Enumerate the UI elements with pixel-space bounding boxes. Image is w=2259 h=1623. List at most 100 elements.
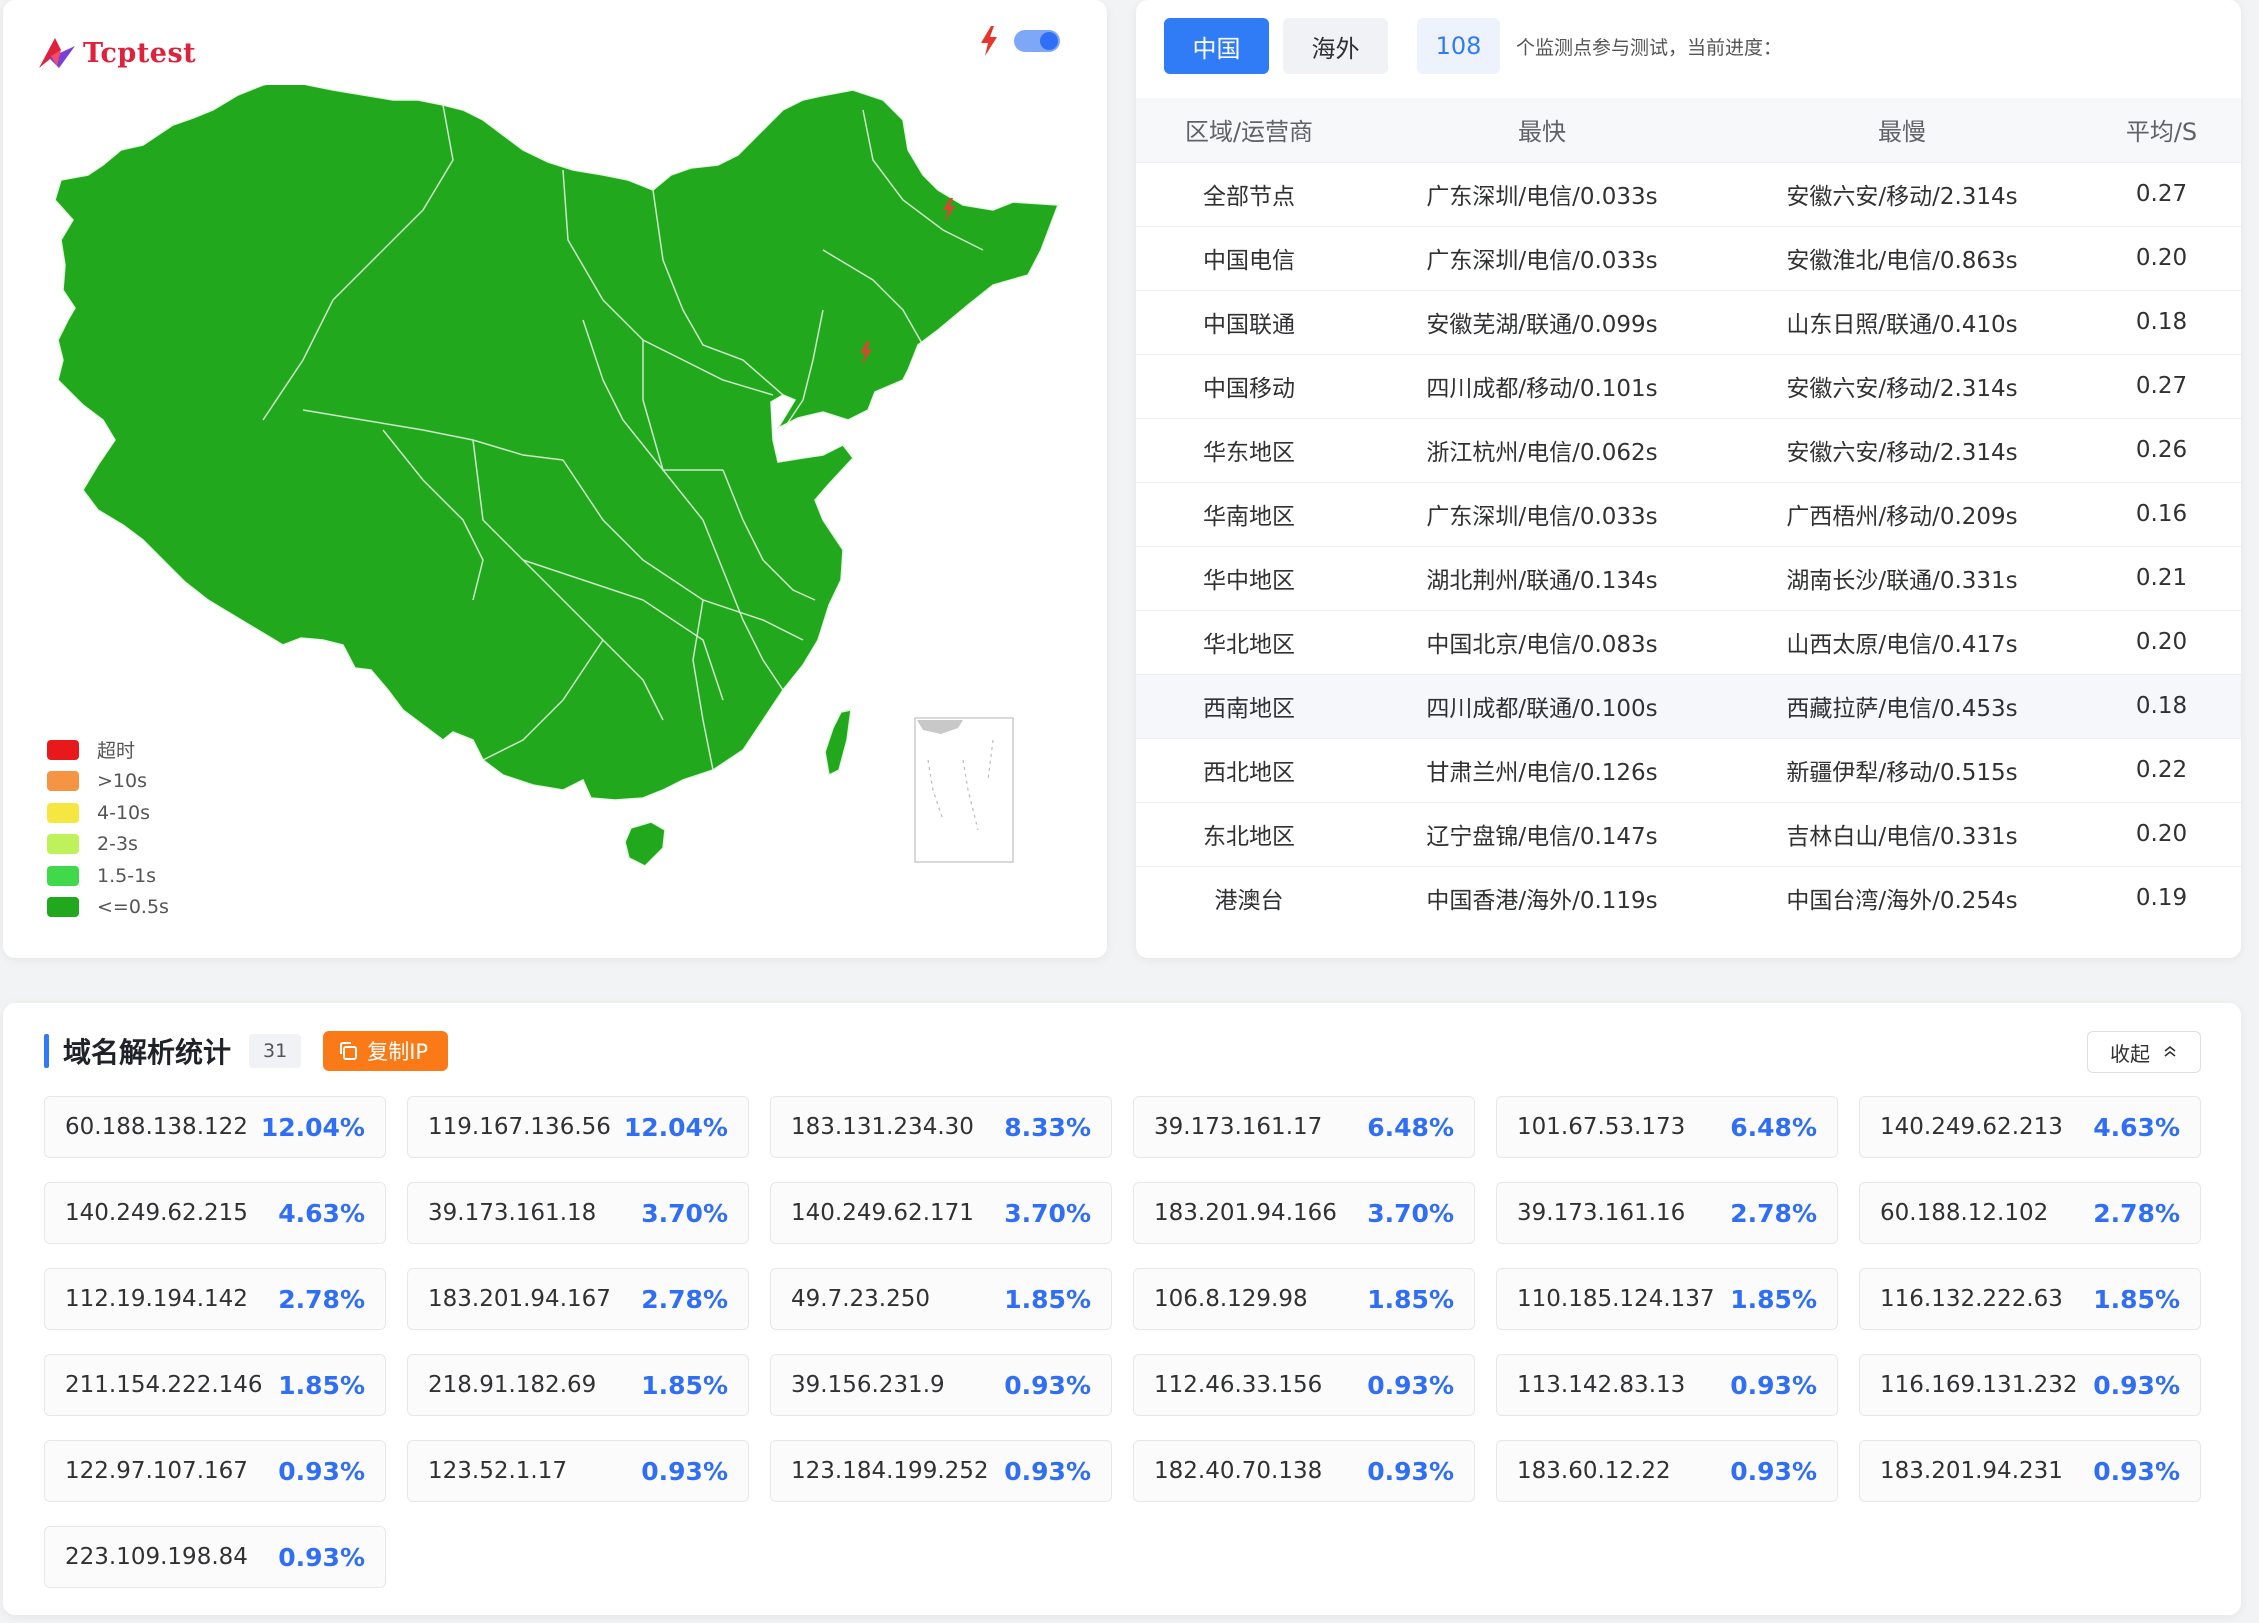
- ip-entry[interactable]: 60.188.12.102 2.78%: [1859, 1182, 2201, 1244]
- ip-entry[interactable]: 113.142.83.13 0.93%: [1496, 1354, 1838, 1416]
- table-row[interactable]: 华南地区 广东深圳/电信/0.033s 广西梧州/移动/0.209s 0.16: [1136, 481, 2241, 546]
- ip-address: 119.167.136.56: [428, 1114, 611, 1140]
- ip-entry[interactable]: 183.201.94.166 3.70%: [1133, 1182, 1475, 1244]
- cell-slowest: 广西梧州/移动/0.209s: [1722, 481, 2082, 546]
- china-latency-map[interactable]: [43, 85, 1073, 875]
- table-row[interactable]: 中国联通 安徽芜湖/联通/0.099s 山东日照/联通/0.410s 0.18: [1136, 289, 2241, 354]
- node-count-badge: 108: [1417, 18, 1500, 74]
- ip-entry[interactable]: 123.52.1.17 0.93%: [407, 1440, 749, 1502]
- ip-entry[interactable]: 49.7.23.250 1.85%: [770, 1268, 1112, 1330]
- cell-region: 西北地区: [1136, 737, 1362, 802]
- ip-address: 140.249.62.213: [1880, 1114, 2063, 1140]
- brand-logo[interactable]: Tcptest: [37, 36, 196, 70]
- table-row[interactable]: 中国电信 广东深圳/电信/0.033s 安徽淮北/电信/0.863s 0.20: [1136, 225, 2241, 290]
- map-overlay-toggle[interactable]: [978, 26, 1060, 56]
- hainan-region[interactable]: [624, 821, 666, 867]
- ip-entry[interactable]: 140.249.62.213 4.63%: [1859, 1096, 2201, 1158]
- ip-entry[interactable]: 112.46.33.156 0.93%: [1133, 1354, 1475, 1416]
- taiwan-region[interactable]: [824, 709, 852, 777]
- ip-entry[interactable]: 39.156.231.9 0.93%: [770, 1354, 1112, 1416]
- copy-ip-button[interactable]: 复制IP: [323, 1031, 449, 1071]
- cell-slowest: 吉林白山/电信/0.331s: [1722, 801, 2082, 866]
- ip-entry[interactable]: 183.60.12.22 0.93%: [1496, 1440, 1838, 1502]
- table-row[interactable]: 华北地区 中国北京/电信/0.083s 山西太原/电信/0.417s 0.20: [1136, 609, 2241, 674]
- ip-percentage: 6.48%: [1367, 1112, 1454, 1142]
- toggle-switch[interactable]: [1014, 30, 1060, 52]
- tab-overseas[interactable]: 海外: [1283, 18, 1388, 74]
- cell-average: 0.21: [2082, 545, 2241, 610]
- cell-region: 华北地区: [1136, 609, 1362, 674]
- legend-item: 4-10s: [47, 797, 169, 829]
- legend-label: 1.5-1s: [97, 864, 157, 887]
- table-row[interactable]: 中国移动 四川成都/移动/0.101s 安徽六安/移动/2.314s 0.27: [1136, 353, 2241, 418]
- table-row[interactable]: 全部节点 广东深圳/电信/0.033s 安徽六安/移动/2.314s 0.27: [1136, 161, 2241, 226]
- table-row[interactable]: 港澳台 中国香港/海外/0.119s 中国台湾/海外/0.254s 0.19: [1136, 865, 2241, 930]
- ip-entry[interactable]: 101.67.53.173 6.48%: [1496, 1096, 1838, 1158]
- cell-region: 东北地区: [1136, 801, 1362, 866]
- cell-region: 西南地区: [1136, 673, 1362, 738]
- ip-entry[interactable]: 122.97.107.167 0.93%: [44, 1440, 386, 1502]
- ip-entry[interactable]: 140.249.62.215 4.63%: [44, 1182, 386, 1244]
- ip-entry[interactable]: 60.188.138.122 12.04%: [44, 1096, 386, 1158]
- ip-percentage: 8.33%: [1004, 1112, 1091, 1142]
- legend-item: >10s: [47, 766, 169, 798]
- cell-fastest: 四川成都/联通/0.100s: [1362, 673, 1722, 738]
- ip-entry[interactable]: 123.184.199.252 0.93%: [770, 1440, 1112, 1502]
- section-accent-bar: [44, 1034, 49, 1068]
- ip-address: 106.8.129.98: [1154, 1286, 1308, 1312]
- ip-address: 116.169.131.232: [1880, 1372, 2078, 1398]
- table-row[interactable]: 西南地区 四川成都/联通/0.100s 西藏拉萨/电信/0.453s 0.18: [1136, 673, 2241, 738]
- cell-fastest: 辽宁盘锦/电信/0.147s: [1362, 801, 1722, 866]
- table-row[interactable]: 华东地区 浙江杭州/电信/0.062s 安徽六安/移动/2.314s 0.26: [1136, 417, 2241, 482]
- ip-entry[interactable]: 110.185.124.137 1.85%: [1496, 1268, 1838, 1330]
- ip-entry[interactable]: 182.40.70.138 0.93%: [1133, 1440, 1475, 1502]
- ip-entry[interactable]: 211.154.222.146 1.85%: [44, 1354, 386, 1416]
- ip-entry[interactable]: 116.132.222.63 1.85%: [1859, 1268, 2201, 1330]
- cell-slowest: 新疆伊犁/移动/0.515s: [1722, 737, 2082, 802]
- cell-slowest: 安徽六安/移动/2.314s: [1722, 161, 2082, 226]
- ip-entry[interactable]: 116.169.131.232 0.93%: [1859, 1354, 2201, 1416]
- table-row[interactable]: 西北地区 甘肃兰州/电信/0.126s 新疆伊犁/移动/0.515s 0.22: [1136, 737, 2241, 802]
- legend-label: 超时: [97, 740, 136, 763]
- ip-entry[interactable]: 223.109.198.84 0.93%: [44, 1526, 386, 1588]
- ip-entry[interactable]: 119.167.136.56 12.04%: [407, 1096, 749, 1158]
- china-mainland-region[interactable]: [54, 85, 1060, 801]
- ip-percentage: 0.93%: [2093, 1456, 2180, 1486]
- stats-panel: 中国 海外 108 个监测点参与测试，当前进度： 区域/运营商 最快 最慢 平均…: [1136, 0, 2241, 958]
- ip-percentage: 2.78%: [278, 1284, 365, 1314]
- ip-entry[interactable]: 39.173.161.16 2.78%: [1496, 1182, 1838, 1244]
- ip-address: 112.19.194.142: [65, 1286, 248, 1312]
- ip-percentage: 0.93%: [1730, 1456, 1817, 1486]
- ip-percentage: 4.63%: [2093, 1112, 2180, 1142]
- ip-address: 183.60.12.22: [1517, 1458, 1671, 1484]
- south-china-sea-inset: [914, 717, 1014, 863]
- ip-entry[interactable]: 183.201.94.231 0.93%: [1859, 1440, 2201, 1502]
- ip-percentage: 3.70%: [641, 1198, 728, 1228]
- legend-swatch: [47, 771, 79, 792]
- cell-fastest: 甘肃兰州/电信/0.126s: [1362, 737, 1722, 802]
- table-row[interactable]: 华中地区 湖北荆州/联通/0.134s 湖南长沙/联通/0.331s 0.21: [1136, 545, 2241, 610]
- ip-entry[interactable]: 183.131.234.30 8.33%: [770, 1096, 1112, 1158]
- ip-entry[interactable]: 106.8.129.98 1.85%: [1133, 1268, 1475, 1330]
- legend-swatch: [47, 865, 79, 886]
- cell-region: 全部节点: [1136, 161, 1362, 226]
- ip-entry[interactable]: 183.201.94.167 2.78%: [407, 1268, 749, 1330]
- collapse-button[interactable]: 收起: [2087, 1031, 2201, 1073]
- cell-fastest: 湖北荆州/联通/0.134s: [1362, 545, 1722, 610]
- legend-label: >10s: [97, 770, 147, 793]
- table-header-row: 区域/运营商 最快 最慢 平均/S: [1136, 98, 2241, 162]
- column-header-average: 平均/S: [2082, 98, 2241, 162]
- ip-percentage: 0.93%: [1367, 1456, 1454, 1486]
- ip-entry[interactable]: 39.173.161.18 3.70%: [407, 1182, 749, 1244]
- ip-entry[interactable]: 218.91.182.69 1.85%: [407, 1354, 749, 1416]
- ip-address: 39.173.161.18: [428, 1200, 597, 1226]
- ip-address: 183.201.94.166: [1154, 1200, 1337, 1226]
- tab-china[interactable]: 中国: [1164, 18, 1269, 74]
- table-row[interactable]: 东北地区 辽宁盘锦/电信/0.147s 吉林白山/电信/0.331s 0.20: [1136, 801, 2241, 866]
- ip-entry[interactable]: 140.249.62.171 3.70%: [770, 1182, 1112, 1244]
- ip-entry[interactable]: 112.19.194.142 2.78%: [44, 1268, 386, 1330]
- cell-average: 0.20: [2082, 225, 2241, 290]
- ip-address: 60.188.138.122: [65, 1114, 248, 1140]
- cell-region: 中国移动: [1136, 353, 1362, 418]
- ip-entry[interactable]: 39.173.161.17 6.48%: [1133, 1096, 1475, 1158]
